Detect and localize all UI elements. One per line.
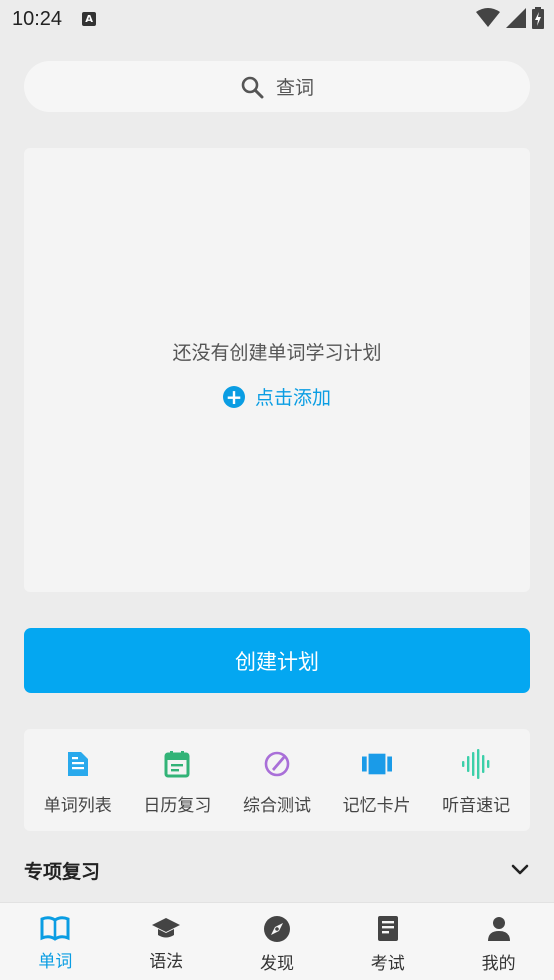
tool-label: 单词列表 xyxy=(43,796,112,816)
tool-listen-memorize[interactable]: 听音速记 xyxy=(430,729,522,831)
tab-discover[interactable]: 发现 xyxy=(227,903,327,980)
tab-label: 我的 xyxy=(481,954,516,974)
tool-label: 记忆卡片 xyxy=(342,796,411,816)
tab-me[interactable]: 我的 xyxy=(449,903,549,980)
tool-comprehensive-test[interactable]: 综合测试 xyxy=(231,729,323,831)
empty-plan-message: 还没有创建单词学习计划 xyxy=(172,342,382,364)
graduation-cap-icon xyxy=(152,918,181,938)
status-bar: 10:24 A xyxy=(0,0,554,38)
document-icon xyxy=(63,749,93,779)
wifi-icon xyxy=(476,8,500,27)
tool-calendar-review[interactable]: 日历复习 xyxy=(131,729,223,831)
tool-label: 听音速记 xyxy=(442,796,511,816)
search-placeholder: 查词 xyxy=(275,77,314,99)
tab-label: 发现 xyxy=(259,954,294,974)
compass-icon xyxy=(263,916,290,942)
tool-label: 综合测试 xyxy=(242,796,311,816)
compass-pen-icon xyxy=(262,749,292,779)
tab-exam[interactable]: 考试 xyxy=(338,903,438,980)
tab-label: 单词 xyxy=(38,952,73,972)
cards-icon xyxy=(361,749,392,779)
chevron-down-icon[interactable] xyxy=(510,863,530,877)
battery-icon xyxy=(532,7,544,29)
tool-memory-cards[interactable]: 记忆卡片 xyxy=(331,729,423,831)
special-review-section[interactable]: 专项复习 xyxy=(24,853,530,887)
search-bar[interactable]: 查词 xyxy=(24,61,530,112)
plus-circle-icon: + xyxy=(222,385,245,408)
notification-icon: A xyxy=(82,12,97,26)
status-time: 10:24 xyxy=(12,7,63,30)
person-icon xyxy=(487,917,510,941)
create-plan-button[interactable]: 创建计划 xyxy=(24,628,530,693)
add-plan-label: 点击添加 xyxy=(254,387,331,409)
section-title: 专项复习 xyxy=(24,860,101,883)
study-plan-card: 还没有创建单词学习计划 + 点击添加 xyxy=(24,148,530,592)
tool-label: 日历复习 xyxy=(143,796,212,816)
search-icon xyxy=(241,76,264,98)
bottom-tab-bar: 单词 语法 发现 考试 我的 xyxy=(0,902,554,980)
tab-label: 语法 xyxy=(149,952,184,972)
signal-icon xyxy=(506,8,526,28)
add-plan-link[interactable]: + 点击添加 xyxy=(24,383,530,410)
calendar-icon xyxy=(162,749,192,779)
tool-word-list[interactable]: 单词列表 xyxy=(32,729,124,831)
waveform-icon xyxy=(461,749,491,779)
status-indicators xyxy=(476,7,544,29)
tools-panel: 单词列表 日历复习 综合测试 记忆卡片 听音速记 xyxy=(24,729,530,831)
tab-grammar[interactable]: 语法 xyxy=(116,903,216,980)
tab-words[interactable]: 单词 xyxy=(5,903,105,980)
tab-label: 考试 xyxy=(370,954,405,974)
exam-paper-icon xyxy=(377,916,398,941)
book-icon xyxy=(40,916,70,941)
